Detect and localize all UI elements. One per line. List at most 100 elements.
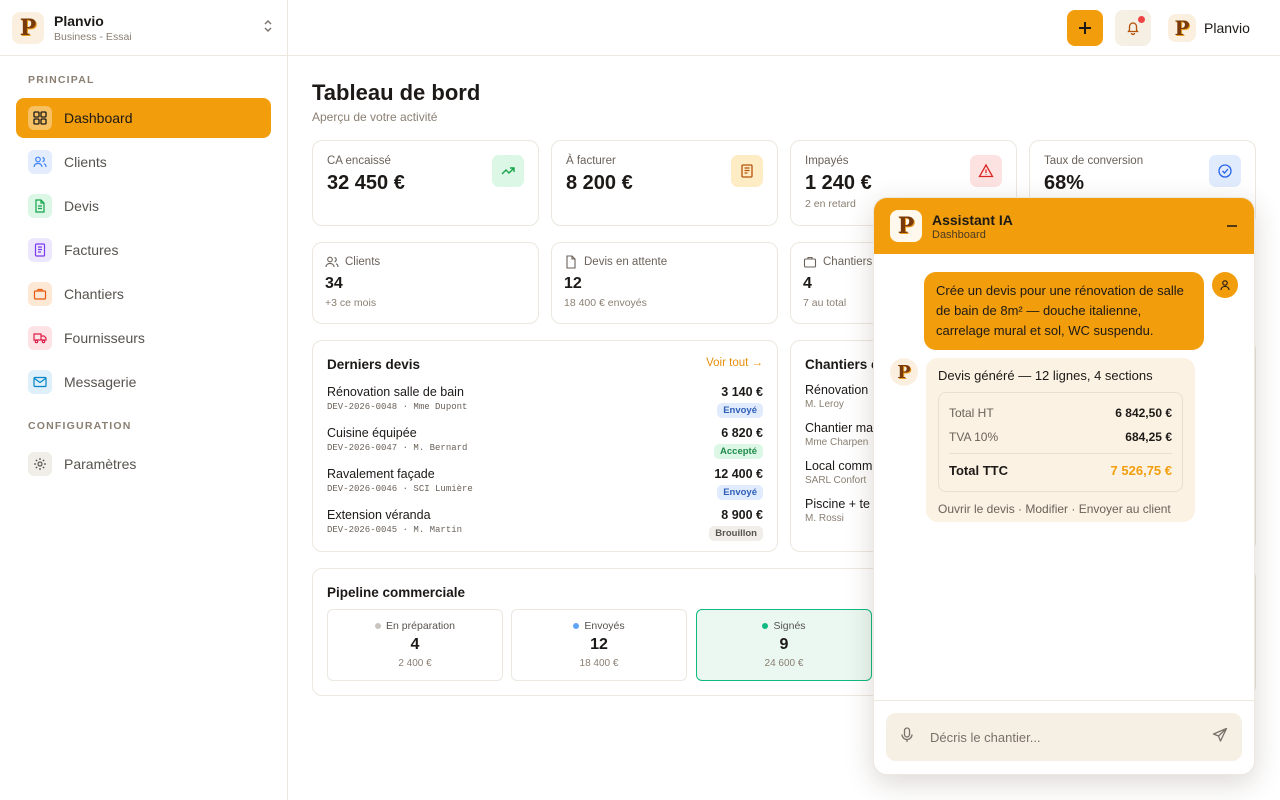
quote-amount: 3 140 € [721,385,763,399]
sidebar-item-label: Devis [64,198,100,214]
pipeline-stage-signes[interactable]: Signés 9 24 600 € [696,609,872,681]
plus-icon [1079,22,1091,34]
quote-amount: 12 400 € [714,467,763,481]
users-icon [325,256,339,268]
user-name: Planvio [1204,20,1250,36]
quote-name: Extension véranda [327,508,431,522]
quote-name: Cuisine équipée [327,426,417,440]
table-row[interactable]: Cuisine équipée DEV-2026-0047 · M. Berna… [327,426,763,466]
pipeline-stage-envoyes[interactable]: Envoyés 12 18 400 € [511,609,687,681]
list-item[interactable]: Piscine + te M. Rossi [805,497,870,524]
workspace-switcher[interactable]: P Planvio Business - Essai [0,0,287,56]
trending-up-icon [492,155,524,187]
stage-count: 9 [779,636,789,653]
briefcase-icon [28,282,52,306]
sidebar-item-factures[interactable]: Factures [16,230,271,270]
user-avatar-icon [1212,272,1238,298]
sidebar-item-devis[interactable]: Devis [16,186,271,226]
sidebar-item-label: Chantiers [64,286,124,302]
assistant-input[interactable] [930,729,1212,745]
stage-count: 12 [590,636,608,653]
table-row[interactable]: Extension véranda DEV-2026-0045 · M. Mar… [327,508,763,548]
sidebar-item-messagerie[interactable]: Messagerie [16,362,271,402]
stat-label: Devis en attente [584,256,668,268]
stage-label: Envoyés [584,620,625,632]
stage-amount: 2 400 € [398,658,432,669]
quote-totals: Total HT 6 842,50 € TVA 10% 684,25 € Total… [938,392,1183,492]
sidebar-item-label: Dashboard [64,110,133,126]
file-text-icon [28,194,52,218]
sidebar-item-parametres[interactable]: Paramètres [16,444,271,484]
voir-tout-link[interactable]: Voir tout → [706,357,763,369]
user-message: Crée un devis pour une rénovation de sal… [924,272,1204,350]
total-ttc-label: Total TTC [949,463,1008,478]
site-name: Local comm [805,459,873,473]
assistant-title: Assistant IA [932,211,1013,228]
tva-value: 684,25 € [1125,430,1172,444]
panel-title: Pipeline commerciale [327,585,466,600]
stage-amount: 24 600 € [764,658,804,669]
user-menu[interactable]: P Planvio [1168,14,1250,42]
sidebar-item-label: Clients [64,154,107,170]
sidebar-item-clients[interactable]: Clients [16,142,271,182]
quote-ref: DEV-2026-0047 · M. Bernard [327,443,468,453]
stage-count: 4 [410,636,420,653]
section-principal: PRINCIPAL [28,74,95,86]
list-item[interactable]: Chantier ma Mme Charpen [805,421,873,448]
site-name: Chantier ma [805,421,874,435]
panel-title: Derniers devis [327,357,421,372]
total-ht-label: Total HT [949,406,994,420]
stat-value: 12 [564,275,582,292]
sidebar-item-chantiers[interactable]: Chantiers [16,274,271,314]
site-client: M. Rossi [805,513,844,524]
recent-quotes-panel: Derniers devis Voir tout → Rénovation sa… [312,340,778,552]
status-badge: Brouillon [709,526,763,541]
stat-value: 34 [325,275,343,292]
notification-dot [1138,16,1145,23]
assistant-context: Dashboard [932,228,986,241]
quote-ref: DEV-2026-0045 · M. Martin [327,525,463,535]
list-item[interactable]: Rénovation M. Leroy [805,383,868,410]
notifications-button[interactable] [1115,10,1151,46]
minus-icon [1227,224,1237,227]
quote-ref: DEV-2026-0048 · Mme Dupont [327,402,468,412]
sidebar-item-fournisseurs[interactable]: Fournisseurs [16,318,271,358]
pipeline-stage-preparation[interactable]: En préparation 4 2 400 € [327,609,503,681]
status-badge: Envoyé [717,485,763,500]
sidebar: P Planvio Business - Essai PRINCIPAL Das… [0,0,288,800]
assistant-composer [874,700,1254,774]
table-row[interactable]: Rénovation salle de bain DEV-2026-0048 ·… [327,385,763,425]
assistant-avatar: P [890,358,918,386]
warning-icon [970,155,1002,187]
brand-plan: Business - Essai [54,30,132,43]
section-configuration: CONFIGURATION [28,420,132,432]
table-row[interactable]: Ravalement façade DEV-2026-0046 · SCI Lu… [327,467,763,507]
stat-card-devis[interactable]: Devis en attente 12 18 400 € envoyés [551,242,778,324]
assistant-message: Devis généré — 12 lignes, 4 sections Tot… [926,358,1195,522]
stat-card-clients[interactable]: Clients 34 +3 ce mois [312,242,539,324]
users-icon [28,150,52,174]
status-badge: Envoyé [717,403,763,418]
minimize-button[interactable] [1226,216,1238,237]
list-item[interactable]: Local comm SARL Confort [805,459,872,486]
gear-icon [28,452,52,476]
planvio-logo: P [12,11,44,44]
status-badge: Accepté [714,444,763,459]
sidebar-item-dashboard[interactable]: Dashboard [16,98,271,138]
avatar: P [1168,14,1196,42]
chevron-up-down-icon [263,19,273,36]
site-name: Piscine + te [805,497,870,511]
file-icon [566,255,576,269]
quote-name: Rénovation salle de bain [327,385,464,399]
send-icon[interactable] [1212,727,1228,748]
quote-amount: 8 900 € [721,508,763,522]
check-circle-icon [1209,155,1241,187]
add-button[interactable] [1067,10,1103,46]
sidebar-item-label: Fournisseurs [64,330,145,346]
document-icon [731,155,763,187]
site-client: Mme Charpen [805,437,869,448]
site-client: M. Leroy [805,399,844,410]
microphone-icon[interactable] [900,726,914,748]
assistant-actions[interactable]: Ouvrir le devis · Modifier · Envoyer au … [938,502,1183,516]
kpi-card-a-facturer: À facturer 8 200 € [551,140,778,226]
